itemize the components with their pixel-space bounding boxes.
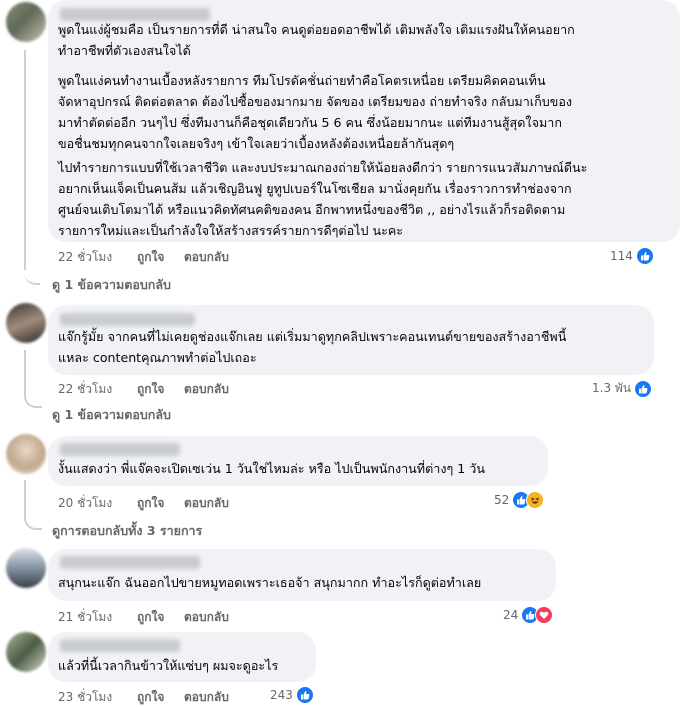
comment-text: จัดหาอุปกรณ์ ติดต่อตลาด ต้องไปซื้อของมาก…: [58, 94, 573, 109]
view-replies-link[interactable]: ดู 1 ข้อความตอบกลับ: [52, 405, 171, 425]
thread-curve: [24, 380, 42, 408]
like-reaction-icon: [635, 247, 654, 265]
thread-line: [24, 480, 26, 510]
like-button[interactable]: ถูกใจ: [137, 608, 164, 627]
comment-timestamp[interactable]: 21 ชั่วโมง: [58, 608, 112, 627]
commenter-name[interactable]: [60, 443, 180, 456]
like-button[interactable]: ถูกใจ: [137, 494, 164, 513]
comment-text: แหละ contentคุณภาพทำต่อไปเถอะ: [58, 350, 257, 365]
reply-label: ตอบกลับ: [184, 496, 229, 510]
reply-button[interactable]: ตอบกลับ: [184, 608, 229, 627]
comment-text: อยากเห็นแจ็คเป็นคนส้ม แล้วเชิญอินฟู ยูทู…: [58, 181, 572, 196]
reaction-summary[interactable]: 24: [503, 606, 554, 624]
reply-button[interactable]: ตอบกลับ: [184, 494, 229, 513]
comment-text: ศูนย์จนเติบโตมาได้ หรือแนวคิดทัศนคติของค…: [58, 202, 566, 217]
comment-text: ทำอาชีพที่ตัวเองสนใจได้: [58, 43, 191, 58]
like-reaction-icon: [634, 379, 653, 398]
comment-text: แจ๊กรู้มั้ย จากคนที่ไม่เคยดูช่องแจ๊กเลย …: [58, 329, 567, 344]
like-label: ถูกใจ: [137, 690, 165, 704]
comment-timestamp[interactable]: 22 ชั่วโมง: [58, 380, 112, 399]
reaction-summary[interactable]: 114: [610, 247, 654, 265]
avatar[interactable]: [6, 632, 46, 672]
reply-label: ตอบกลับ: [184, 690, 229, 704]
comment-text: ไปทำรายการแบบที่ใช้เวลาชีวิต และงบประมาณ…: [58, 160, 588, 175]
reaction-summary[interactable]: 243: [270, 686, 314, 704]
comment-text: ขอชื่นชมทุกคนจากใจเลยจริงๆ เข้าใจเลยว่าเ…: [58, 136, 455, 151]
reaction-count: 24: [503, 608, 519, 622]
reply-button[interactable]: ตอบกลับ: [184, 380, 229, 399]
reply-button[interactable]: ตอบกลับ: [184, 688, 229, 707]
reaction-summary[interactable]: 1.3 พัน: [592, 379, 653, 398]
comment-timestamp[interactable]: 20 ชั่วโมง: [58, 494, 112, 513]
like-label: ถูกใจ: [137, 610, 165, 624]
avatar[interactable]: [6, 2, 46, 42]
thread-curve: [24, 262, 40, 285]
comment-text: รายการใหม่และเป็นกำลังใจให้สร้างสรรค์ราย…: [58, 223, 404, 238]
comment-text: งั้นแสดงว่า พี่แจ๊คจะเปิดเซเว่น 1 วันใช่…: [58, 461, 485, 476]
view-replies-link[interactable]: ดูการตอบกลับทั้ง 3 รายการ: [52, 521, 202, 541]
avatar[interactable]: [6, 548, 46, 588]
reaction-count: 52: [494, 493, 510, 507]
like-label: ถูกใจ: [137, 496, 165, 510]
thread-line: [24, 350, 26, 380]
comment-text: แล้วที่นี้เวลากินข้าวให้แซ่บๆ ผมจะดูอะไร: [58, 658, 279, 673]
comment-timestamp[interactable]: 23 ชั่วโมง: [58, 688, 112, 707]
comment-text: พูดในแง่ผู้ชมคือ เป็นรายการที่ดี น่าสนใจ…: [58, 22, 575, 37]
comment-text: สนุกนะแจ๊ก ฉันออกไปขายหมูทอดเพราะเธอจ้า …: [58, 575, 482, 590]
reaction-count: 243: [270, 688, 293, 702]
reply-button[interactable]: ตอบกลับ: [184, 248, 229, 267]
like-label: ถูกใจ: [137, 250, 165, 264]
commenter-name[interactable]: [60, 313, 195, 326]
avatar[interactable]: [6, 303, 46, 343]
reply-label: ตอบกลับ: [184, 382, 229, 396]
reply-label: ตอบกลับ: [184, 250, 229, 264]
reaction-count: 1.3 พัน: [592, 381, 632, 395]
like-reaction-icon: [295, 686, 314, 704]
thread-curve: [24, 508, 42, 530]
reaction-summary[interactable]: 52: [494, 491, 545, 509]
love-reaction-icon: [535, 606, 554, 624]
comment-timestamp[interactable]: 22 ชั่วโมง: [58, 248, 112, 267]
view-replies-link[interactable]: ดู 1 ข้อความตอบกลับ: [52, 275, 171, 295]
like-button[interactable]: ถูกใจ: [137, 248, 164, 267]
avatar[interactable]: [6, 434, 46, 474]
comment-text: มาทำตัดต่ออีก วนๆไป ซึ่งทีมงานก็คือชุดเด…: [58, 115, 562, 130]
commenter-name[interactable]: [60, 639, 180, 652]
like-button[interactable]: ถูกใจ: [137, 380, 164, 399]
haha-reaction-icon: [526, 491, 545, 509]
thread-line: [24, 50, 26, 270]
reply-label: ตอบกลับ: [184, 610, 229, 624]
commenter-name[interactable]: [60, 556, 200, 569]
like-label: ถูกใจ: [137, 382, 165, 396]
comment-text: พูดในแง่คนทำงานเบื้องหลังรายการ ทีมโปรดั…: [58, 73, 546, 88]
like-button[interactable]: ถูกใจ: [137, 688, 164, 707]
reaction-count: 114: [610, 249, 633, 263]
